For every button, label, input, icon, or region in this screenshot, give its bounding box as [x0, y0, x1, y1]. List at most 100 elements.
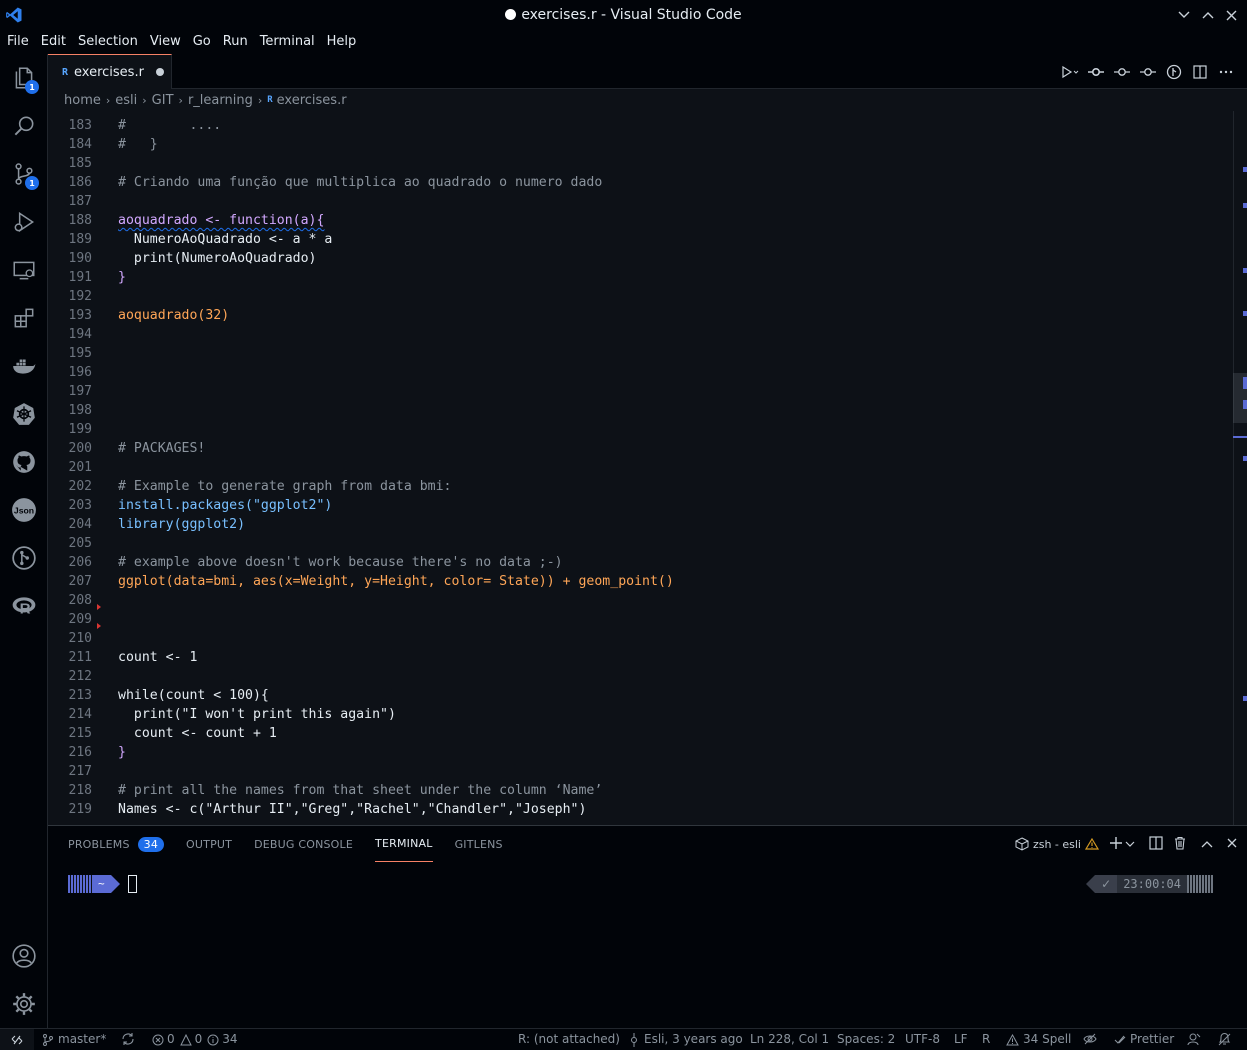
tab-debug-console[interactable]: DEBUG CONSOLE [254, 826, 353, 862]
play-icon [1062, 65, 1079, 78]
json-icon: Json [12, 498, 36, 522]
git-blame-status[interactable]: Esli, 3 years ago [629, 1029, 743, 1050]
r-extension-button[interactable]: R [0, 582, 48, 630]
tab-problems[interactable]: PROBLEMS 34 [68, 826, 165, 862]
extensions-button[interactable] [0, 294, 48, 342]
editor-actions [1057, 54, 1247, 89]
remote-explorer-button[interactable] [0, 246, 48, 294]
language-mode[interactable]: R [982, 1029, 990, 1050]
gitlens-compare-button[interactable] [1083, 54, 1109, 89]
minimize-button[interactable] [1172, 0, 1196, 30]
double-check-icon [1114, 1035, 1126, 1044]
modified-dot-icon[interactable] [155, 68, 164, 76]
source-control-button[interactable]: 1 [0, 150, 48, 198]
terminal-cursor [127, 875, 137, 893]
terminal-dropdown-button[interactable] [1125, 837, 1135, 851]
terminal-prompt[interactable]: ~ [68, 875, 137, 893]
spell-check-status[interactable]: 34 Spell [1006, 1029, 1071, 1050]
sync-button[interactable] [121, 1029, 135, 1050]
menu-terminal[interactable]: Terminal [254, 30, 321, 54]
split-editor-button[interactable] [1187, 54, 1213, 89]
split-terminal-button[interactable] [1149, 835, 1163, 853]
tab-terminal[interactable]: TERMINAL [375, 826, 433, 862]
status-check-icon: ✓ [1095, 875, 1118, 893]
chevron-right-icon: › [142, 93, 147, 107]
new-terminal-button[interactable] [1109, 836, 1123, 853]
code-line: 189 NumeroAoQuadrado <- a * a [68, 232, 333, 247]
search-button[interactable] [0, 102, 48, 150]
code-editor[interactable]: 183 # .... 184 # } 185 186 # Criando uma fu… [48, 111, 1247, 825]
breadcrumb-git[interactable]: GIT [152, 93, 174, 108]
terminal-right-prompt: ✓ 23:00:04 [1086, 875, 1213, 893]
gitlens-button[interactable] [0, 534, 48, 582]
terminal-selector[interactable]: zsh - esli [1015, 837, 1099, 851]
github-icon [13, 451, 35, 473]
accounts-button[interactable] [0, 932, 48, 980]
code-line: 184 # } [68, 137, 158, 152]
code-line: 214 print("I won't print this again") [68, 707, 396, 722]
notifications-button[interactable] [1218, 1029, 1231, 1050]
run-debug-button[interactable] [0, 198, 48, 246]
docker-button[interactable] [0, 342, 48, 390]
code-line: 210 [68, 631, 92, 646]
explorer-button[interactable]: 1 [0, 54, 48, 102]
encoding-status[interactable]: UTF-8 [905, 1029, 940, 1050]
problems-status-button[interactable]: 0 0 34 [152, 1029, 238, 1050]
eol-status[interactable]: LF [954, 1029, 968, 1050]
code-line: 192 [68, 289, 92, 304]
r-session-status[interactable]: R: (not attached) [518, 1029, 620, 1050]
menu-view[interactable]: View [144, 30, 187, 54]
previous-revision-button[interactable] [1109, 54, 1135, 89]
manage-settings-button[interactable] [0, 980, 48, 1028]
breadcrumb-file[interactable]: exercises.r [277, 93, 347, 108]
tab-output[interactable]: OUTPUT [186, 826, 232, 862]
git-branch-button[interactable]: master* [42, 1029, 106, 1050]
code-line: 183 # .... [68, 118, 222, 133]
close-window-button[interactable] [1219, 0, 1243, 30]
error-gutter-marker[interactable] [97, 623, 101, 629]
kill-terminal-button[interactable] [1173, 836, 1187, 853]
prompt-pattern [68, 875, 94, 893]
close-panel-button[interactable] [1227, 837, 1237, 851]
prompt-time: 23:00:04 [1117, 875, 1187, 893]
warning-icon [1085, 838, 1099, 850]
plus-icon [1110, 836, 1122, 849]
gitlens-inspect-icon [1166, 64, 1182, 79]
menu-file[interactable]: File [1, 30, 35, 54]
editor-scrollbar[interactable] [1233, 111, 1247, 825]
breadcrumb-esli[interactable]: esli [115, 93, 137, 108]
menu-run[interactable]: Run [217, 30, 254, 54]
code-line: 200 # PACKAGES! [68, 441, 206, 456]
breadcrumb-r-learning[interactable]: r_learning [188, 93, 253, 108]
code-line: 201 [68, 460, 92, 475]
next-revision-button[interactable] [1135, 54, 1161, 89]
error-gutter-marker[interactable] [97, 604, 101, 610]
unsaved-dot-icon [505, 9, 517, 20]
tab-gitlens[interactable]: GITLENS [455, 826, 503, 862]
menu-selection[interactable]: Selection [72, 30, 144, 54]
info-icon [207, 1034, 219, 1045]
menu-edit[interactable]: Edit [35, 30, 72, 54]
tab-exercises-r[interactable]: R exercises.r [48, 54, 172, 89]
more-actions-button[interactable] [1213, 54, 1239, 89]
maximize-panel-button[interactable] [1201, 837, 1213, 851]
scrollbar-marker [1243, 377, 1247, 389]
maximize-button[interactable] [1196, 0, 1220, 30]
panel-tabs: PROBLEMS 34 OUTPUT DEBUG CONSOLE TERMINAL… [68, 826, 525, 862]
prettier-status-button[interactable]: Prettier [1114, 1029, 1174, 1050]
json-button[interactable]: Json [0, 486, 48, 534]
copilot-status-button[interactable] [1083, 1029, 1097, 1050]
gitlens-inspect-button[interactable] [1161, 54, 1187, 89]
extensions-icon [14, 308, 34, 328]
github-button[interactable] [0, 438, 48, 486]
menu-go[interactable]: Go [187, 30, 217, 54]
feedback-button[interactable] [1187, 1029, 1201, 1050]
breadcrumb-home[interactable]: home [64, 93, 101, 108]
kubernetes-button[interactable] [0, 390, 48, 438]
menu-help[interactable]: Help [321, 30, 363, 54]
cursor-position[interactable]: Ln 228, Col 1 [750, 1029, 829, 1050]
scrollbar-marker [1243, 400, 1247, 409]
remote-indicator-button[interactable] [0, 1029, 34, 1050]
run-file-button[interactable] [1057, 54, 1083, 89]
indentation-status[interactable]: Spaces: 2 [837, 1029, 895, 1050]
